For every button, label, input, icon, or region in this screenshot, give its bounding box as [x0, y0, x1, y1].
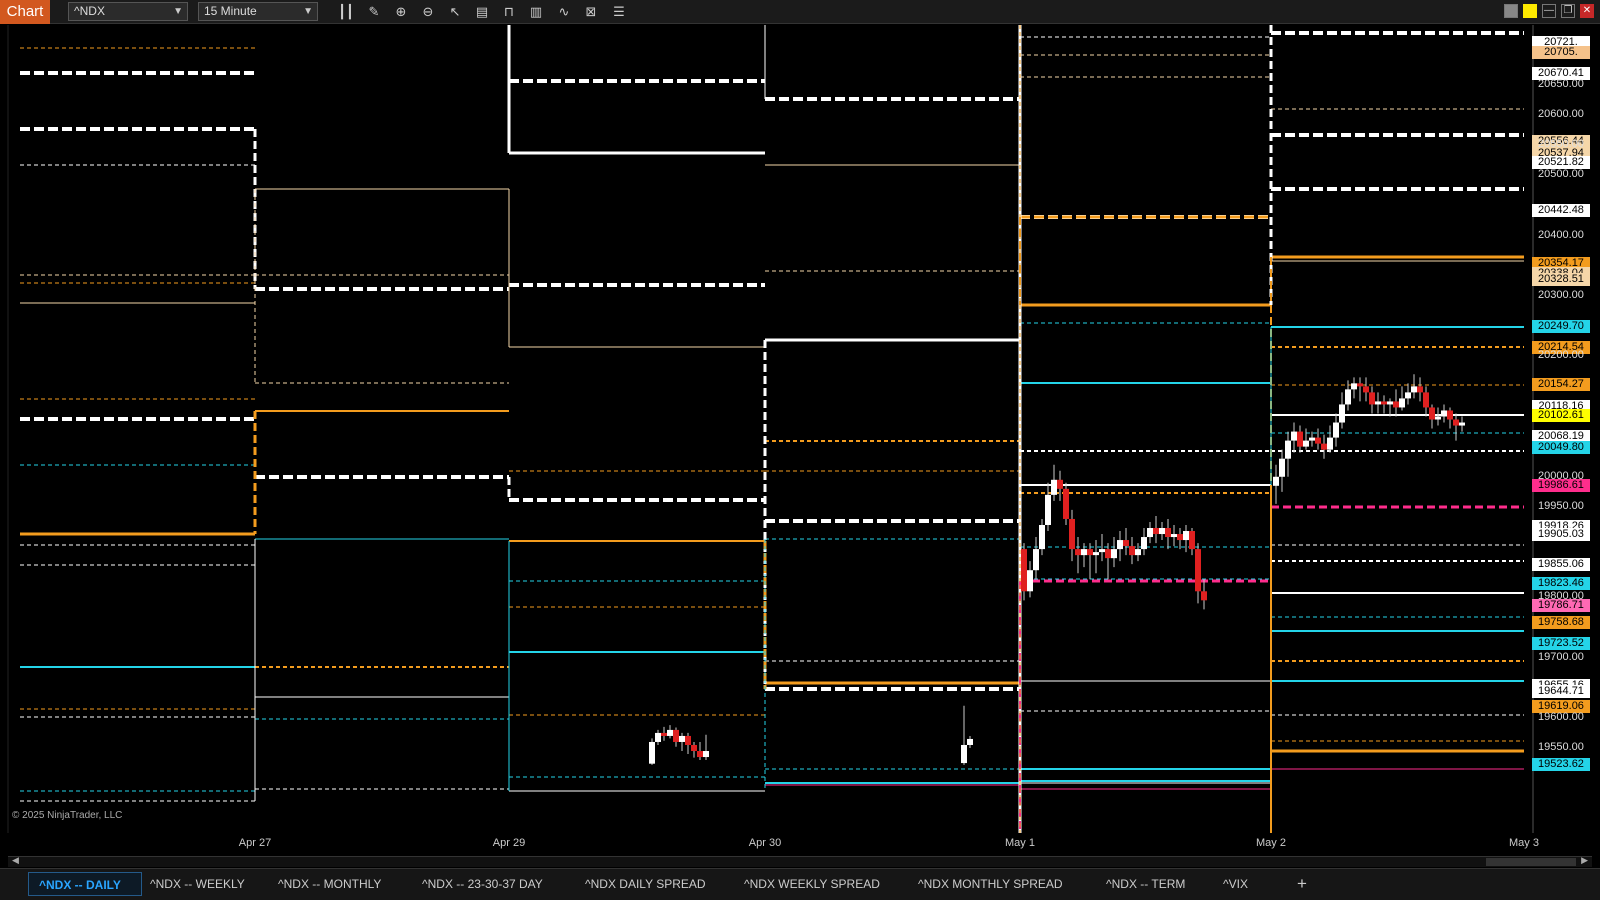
indicator-icon[interactable]: ⊠ — [582, 3, 600, 21]
price-tag: 19644.71 — [1532, 684, 1590, 698]
add-tab-button[interactable]: + — [1292, 872, 1312, 896]
list-icon[interactable]: ☰ — [610, 3, 628, 21]
tab-ndx-weekly[interactable]: ^NDX -- WEEKLY — [140, 872, 255, 896]
price-tag: 20521.82 — [1532, 156, 1590, 170]
tab-ndx-monthly[interactable]: ^NDX -- MONTHLY — [268, 872, 391, 896]
y-axis-label: 19950.00 — [1538, 499, 1584, 512]
template-icon[interactable]: ⊓ — [500, 3, 518, 21]
scroll-thumb[interactable] — [1486, 858, 1576, 866]
horizontal-scrollbar[interactable]: ◀ ▶ — [8, 855, 1592, 867]
bar-type-icon[interactable]: ┃┃ — [337, 3, 355, 21]
candlestick — [1063, 482, 1069, 525]
y-axis-label: 20200.00 — [1538, 349, 1584, 362]
tab-ndx-daily-spread[interactable]: ^NDX DAILY SPREAD — [575, 872, 716, 896]
chart-area[interactable]: 20721. 20705. 20670.41 20556.44 20537.94 2052… — [0, 25, 1600, 833]
strategy-icon[interactable]: ∿ — [555, 3, 573, 21]
y-axis-label: 19600.00 — [1538, 710, 1584, 723]
chart-toolbar: Chart ^NDX ▼ 15 Minute ▼ ┃┃ ✎ ⊕ ⊖ ↖ ▤ ⊓ … — [0, 0, 1600, 24]
date-label: Apr 30 — [748, 837, 782, 849]
tile-icon[interactable] — [1504, 4, 1518, 18]
minimize-icon[interactable]: — — [1542, 4, 1556, 18]
tab-ndx-23-30-37-day[interactable]: ^NDX -- 23-30-37 DAY — [412, 872, 553, 896]
data-box-icon[interactable]: ▥ — [527, 3, 545, 21]
price-tag: 20102.61 — [1532, 408, 1590, 422]
price-tag: 20328.51 — [1532, 272, 1590, 286]
tab-ndx-term[interactable]: ^NDX -- TERM — [1096, 872, 1195, 896]
properties-icon[interactable]: ▤ — [473, 3, 491, 21]
price-tag: 20249.70 — [1532, 320, 1590, 334]
tab-vix[interactable]: ^VIX — [1213, 872, 1258, 896]
candlestick — [649, 738, 655, 765]
price-tag: 19723.52 — [1532, 637, 1590, 651]
instrument-select[interactable]: ^NDX ▼ — [68, 2, 188, 21]
zoom-in-icon[interactable]: ⊕ — [392, 3, 410, 21]
y-axis-label: 20650.00 — [1538, 78, 1584, 90]
app-label: Chart — [0, 0, 50, 24]
y-axis-label: 20550.00 — [1538, 138, 1584, 151]
y-axis-label: 19700.00 — [1538, 650, 1584, 663]
price-tag: 20049.80 — [1532, 440, 1590, 454]
y-axis-label: 20500.00 — [1538, 168, 1584, 181]
date-label: May 3 — [1509, 837, 1539, 849]
y-axis-label: 19800.00 — [1538, 590, 1584, 603]
date-label: Apr 29 — [492, 837, 526, 849]
price-tag: 20705. — [1532, 45, 1590, 59]
zoom-out-icon[interactable]: ⊖ — [419, 3, 437, 21]
interval-select[interactable]: 15 Minute ▼ — [198, 2, 318, 21]
chart-tab-bar: ^NDX -- DAILY ^NDX -- WEEKLY ^NDX -- MON… — [0, 868, 1600, 900]
copyright-text: © 2025 NinjaTrader, LLC — [12, 810, 123, 821]
scroll-right-icon[interactable]: ▶ — [1581, 855, 1588, 866]
price-tag: 19523.62 — [1532, 757, 1590, 771]
pencil-icon[interactable]: ✎ — [365, 3, 383, 21]
tab-ndx-weekly-spread[interactable]: ^NDX WEEKLY SPREAD — [734, 872, 890, 896]
date-label: May 2 — [1256, 837, 1286, 849]
chevron-down-icon: ▼ — [303, 6, 313, 17]
highlight-icon[interactable] — [1523, 4, 1537, 18]
price-tag: 20442.48 — [1532, 204, 1590, 218]
price-tag: 19758.68 — [1532, 616, 1590, 630]
date-label: Apr 27 — [238, 837, 272, 849]
instrument-value: ^NDX — [74, 4, 105, 18]
close-icon[interactable]: ✕ — [1580, 4, 1594, 18]
restore-icon[interactable]: ❐ — [1561, 4, 1575, 18]
tab-ndx-monthly-spread[interactable]: ^NDX MONTHLY SPREAD — [908, 872, 1073, 896]
tab-ndx-daily[interactable]: ^NDX -- DAILY — [28, 872, 142, 896]
interval-value: 15 Minute — [204, 4, 257, 18]
date-label: May 1 — [1005, 837, 1035, 849]
chevron-down-icon: ▼ — [173, 6, 183, 17]
price-tag: 19823.46 — [1532, 577, 1590, 591]
price-tag: 19905.03 — [1532, 528, 1590, 541]
scroll-left-icon[interactable]: ◀ — [12, 855, 19, 866]
y-axis-label: 20400.00 — [1538, 228, 1584, 241]
y-axis-label: 20600.00 — [1538, 108, 1584, 121]
y-axis-label: 19550.00 — [1538, 741, 1584, 753]
pointer-icon[interactable]: ↖ — [446, 3, 464, 21]
y-axis-label: 20300.00 — [1538, 288, 1584, 301]
price-tag: 19855.06 — [1532, 558, 1590, 572]
price-tag: 20154.27 — [1532, 377, 1590, 391]
price-chart[interactable] — [0, 25, 1600, 833]
y-axis-label: 20000.00 — [1538, 469, 1584, 482]
